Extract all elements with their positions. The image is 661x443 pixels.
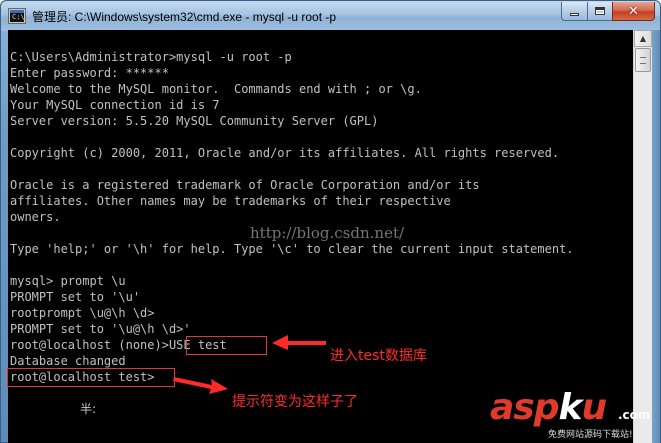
console-line: Database changed <box>10 354 126 368</box>
console-line: PROMPT set to '\u' <box>10 290 141 304</box>
use-test-highlight-box <box>186 336 267 355</box>
vertical-scrollbar[interactable]: ▲ <box>633 30 652 443</box>
console-line: C:\Users\Administrator>mysql -u root -p <box>10 50 292 64</box>
console-line: Type 'help;' or '\h' for help. Type '\c'… <box>10 242 574 256</box>
close-icon: ✕ <box>628 3 639 19</box>
watermark-url: http://blog.csdn.net/ <box>250 224 405 242</box>
annotation-arrow-icon <box>272 335 326 350</box>
title-bar[interactable]: C:\_ 管理员: C:\Windows\system32\cmd.exe - … <box>1 1 660 31</box>
prompt-changed-annotation: 提示符变为这样子了 <box>232 394 358 410</box>
logo-tagline: 免费网站源码下载站! <box>548 430 633 440</box>
window-title: 管理员: C:\Windows\system32\cmd.exe - mysql… <box>32 10 337 24</box>
console-line: Copyright (c) 2000, 2011, Oracle and/or … <box>10 146 560 160</box>
cmd-app-icon[interactable]: C:\_ <box>9 9 29 23</box>
maximize-button[interactable] <box>587 2 613 21</box>
logo-part-k: k <box>558 387 583 428</box>
minimize-button[interactable] <box>561 2 588 21</box>
prompt-highlight-box <box>7 368 175 387</box>
maximize-icon <box>595 7 605 15</box>
console-line: Welcome to the MySQL monitor. Commands e… <box>10 82 422 96</box>
console-line: rootprompt \u@\h \d> <box>10 306 155 320</box>
use-test-annotation: 进入test数据库 <box>330 348 427 364</box>
console-line: Enter password: ****** <box>10 66 169 80</box>
scroll-up-arrow-icon: ▲ <box>639 34 647 43</box>
logo-suffix: .com <box>618 408 651 422</box>
scrollbar-thumb[interactable] <box>635 48 651 72</box>
console-trailing-fragment: 半: <box>80 402 97 416</box>
console-line: Your MySQL connection id is 7 <box>10 98 220 112</box>
console-line: mysql> prompt \u <box>10 274 126 288</box>
minimize-icon <box>570 13 579 16</box>
logo-part-asp: asp <box>490 387 559 428</box>
console-line: affiliates. Other names may be trademark… <box>10 194 451 208</box>
aspku-logo: aspku <box>490 387 607 428</box>
console-line: Oracle is a registered trademark of Orac… <box>10 178 480 192</box>
close-button[interactable]: ✕ <box>612 2 655 21</box>
console-line: owners. <box>10 210 61 224</box>
console-line: Server version: 5.5.20 MySQL Community S… <box>10 114 379 128</box>
window-right-border <box>652 30 660 443</box>
logo-part-u: u <box>581 387 607 428</box>
scroll-up-button[interactable]: ▲ <box>634 30 652 47</box>
cmd-icon-text: C:\_ <box>12 13 29 21</box>
annotation-arrow-icon <box>173 377 228 394</box>
